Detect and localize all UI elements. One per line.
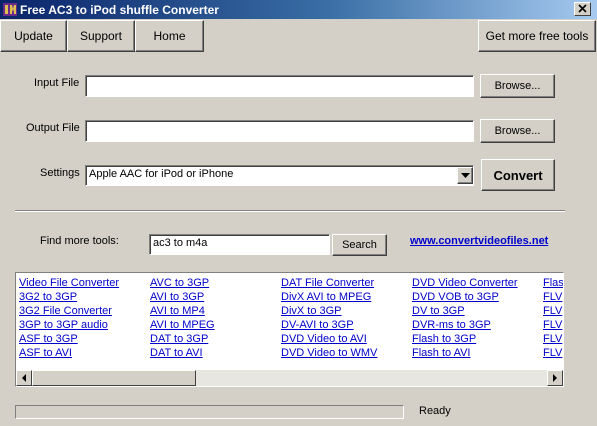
tool-link[interactable]: DV-AVI to 3GP	[281, 319, 354, 331]
tool-link[interactable]: ASF to 3GP	[19, 333, 78, 345]
title-bar: Free AC3 to iPod shuffle Converter	[0, 0, 597, 19]
window-title: Free AC3 to iPod shuffle Converter	[20, 3, 219, 17]
settings-select[interactable]: Apple AAC for iPod or iPhone	[85, 165, 474, 186]
tool-link[interactable]: 3G2 File Converter	[19, 305, 112, 317]
output-file-label: Output File	[26, 122, 80, 134]
website-link[interactable]: www.convertvideofiles.net	[410, 235, 548, 247]
tool-link[interactable]: DAT to AVI	[150, 347, 203, 359]
tool-link[interactable]: ASF to AVI	[19, 347, 72, 359]
arrow-left-icon	[22, 374, 26, 382]
tool-link[interactable]: Flash	[543, 277, 563, 289]
support-button[interactable]: Support	[67, 20, 135, 52]
tool-link[interactable]: DAT File Converter	[281, 277, 374, 289]
tool-link[interactable]: DV to 3GP	[412, 305, 465, 317]
tool-link[interactable]: DVD VOB to 3GP	[412, 291, 499, 303]
tool-link[interactable]: DVR-ms to 3GP	[412, 319, 491, 331]
tool-link[interactable]: DAT to 3GP	[150, 333, 208, 345]
tool-link[interactable]: DVD Video to WMV	[281, 347, 377, 359]
search-input[interactable]: ac3 to m4a	[149, 234, 330, 255]
tool-link[interactable]: Flash to 3GP	[412, 333, 476, 345]
tool-link[interactable]: DVD Video Converter	[412, 277, 518, 289]
browse-output-button[interactable]: Browse...	[480, 119, 555, 143]
scroll-right-button[interactable]	[547, 370, 563, 386]
close-button[interactable]	[574, 2, 591, 16]
home-button[interactable]: Home	[135, 20, 204, 52]
app-icon	[3, 3, 17, 16]
tool-link[interactable]: Flash to AVI	[412, 347, 471, 359]
tool-link[interactable]: FLV	[543, 319, 562, 331]
tool-link[interactable]: AVC to 3GP	[150, 277, 209, 289]
tool-link[interactable]: FLV	[543, 305, 562, 317]
tool-link[interactable]: 3G2 to 3GP	[19, 291, 77, 303]
tool-link[interactable]: DivX to 3GP	[281, 305, 342, 317]
arrow-right-icon	[553, 374, 557, 382]
browse-input-button[interactable]: Browse...	[480, 74, 555, 98]
input-file-field[interactable]	[85, 75, 474, 97]
input-file-label: Input File	[34, 77, 80, 89]
scroll-thumb[interactable]	[32, 370, 196, 386]
tool-link[interactable]: DVD Video to AVI	[281, 333, 367, 345]
convert-button[interactable]: Convert	[481, 159, 555, 191]
update-button[interactable]: Update	[0, 20, 67, 52]
tool-link[interactable]: FLV	[543, 347, 562, 359]
status-text: Ready	[419, 405, 451, 417]
output-file-field[interactable]	[85, 120, 474, 142]
tool-link[interactable]: DivX AVI to MPEG	[281, 291, 371, 303]
tool-link[interactable]: Video File Converter	[19, 277, 119, 289]
tool-link[interactable]: 3GP to 3GP audio	[19, 319, 108, 331]
settings-label: Settings	[40, 167, 80, 179]
find-tools-label: Find more tools:	[40, 235, 119, 247]
get-more-tools-button[interactable]: Get more free tools	[478, 20, 596, 52]
search-button[interactable]: Search	[332, 234, 387, 256]
settings-dropdown-button[interactable]	[457, 167, 473, 184]
tool-link[interactable]: FLV	[543, 291, 562, 303]
tool-link[interactable]: AVI to MPEG	[150, 319, 215, 331]
tool-link[interactable]: AVI to MP4	[150, 305, 205, 317]
section-divider	[15, 210, 565, 212]
horizontal-scrollbar[interactable]	[16, 370, 563, 386]
scroll-left-button[interactable]	[16, 370, 32, 386]
settings-value: Apple AAC for iPod or iPhone	[89, 168, 234, 180]
tool-link[interactable]: FLV	[543, 333, 562, 345]
close-icon	[578, 4, 587, 13]
chevron-down-icon	[460, 173, 470, 178]
tool-link[interactable]: AVI to 3GP	[150, 291, 204, 303]
progress-bar	[15, 405, 404, 419]
